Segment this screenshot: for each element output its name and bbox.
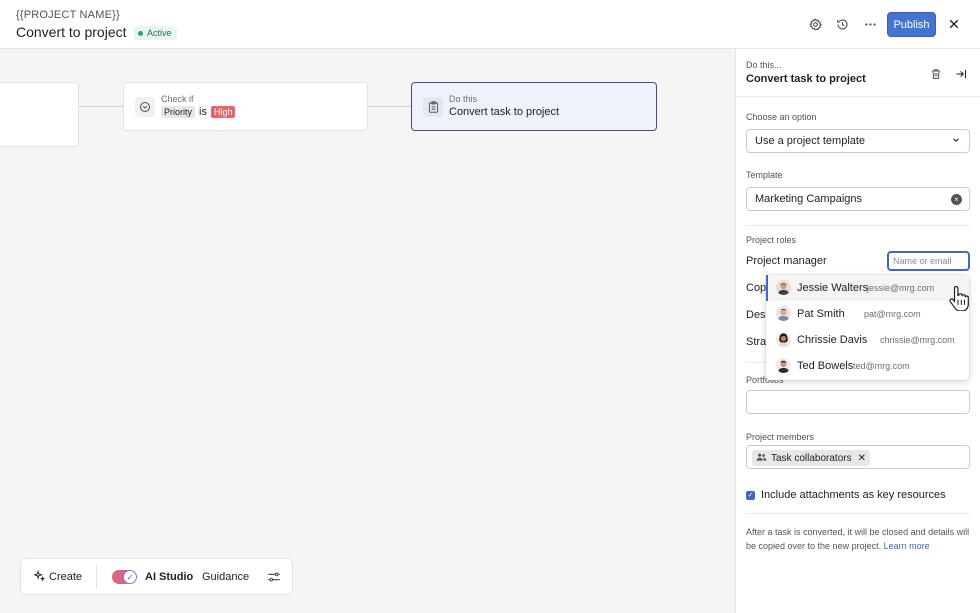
status-badge: Active (134, 26, 177, 40)
action-node[interactable]: Do this Convert task to project (411, 82, 657, 131)
people-dropdown: Jessie Walters jessie@mrg.com Pat Smith … (766, 275, 969, 380)
option-email: ted@mrg.com (853, 361, 910, 371)
dropdown-option[interactable]: Pat Smith pat@mrg.com (766, 301, 969, 327)
avatar (776, 306, 791, 321)
check-node[interactable]: Check if Priority is High (123, 82, 368, 131)
trigger-node[interactable] (0, 82, 79, 147)
page-title: Convert to project (16, 24, 127, 40)
members-field[interactable]: Task collaborators ✕ (746, 445, 970, 469)
learn-more-link[interactable]: Learn more (884, 541, 930, 551)
role-strategy: Stra (746, 336, 767, 348)
role-project-manager: Project manager (746, 255, 827, 267)
panel-title: Convert task to project (746, 73, 866, 85)
connector-line (79, 106, 123, 107)
create-label: Create (49, 571, 83, 583)
hand-cursor-icon (948, 285, 970, 314)
option-email: pat@mrg.com (864, 309, 921, 319)
option-name: Ted Bowels (797, 360, 854, 372)
template-label: Template (746, 170, 783, 180)
member-tag-label: Task collaborators (771, 452, 852, 464)
members-label: Project members (746, 432, 815, 442)
avatar (776, 358, 791, 373)
panel-kicker: Do this... (746, 60, 782, 70)
template-field[interactable]: Marketing Campaigns × (746, 187, 970, 211)
top-header: {{PROJECT NAME}} Convert to project Acti… (0, 0, 980, 49)
action-title: Convert task to project (449, 106, 560, 118)
more-icon[interactable] (861, 15, 879, 33)
publish-button[interactable]: Publish (887, 12, 936, 37)
sparkle-icon (33, 569, 46, 584)
include-attachments-checkbox[interactable]: ✓ (746, 490, 755, 500)
connector-line (368, 106, 412, 107)
portfolios-field[interactable] (746, 390, 970, 414)
sliders-icon[interactable] (267, 570, 281, 587)
history-icon[interactable] (833, 15, 851, 33)
avatar (776, 332, 791, 347)
status-dot-icon (138, 30, 143, 36)
create-button[interactable]: Create (33, 569, 83, 584)
gear-icon[interactable] (806, 15, 824, 33)
option-select[interactable]: Use a project template (746, 129, 970, 153)
field-chip: Priority (161, 106, 196, 118)
condition-icon (135, 97, 155, 117)
option-value: Use a project template (755, 135, 866, 147)
option-name: Pat Smith (797, 308, 845, 320)
include-attachments-label: Include attachments as key resources (761, 489, 946, 501)
guidance-button[interactable]: Guidance (202, 571, 249, 583)
option-email: jessie@mrg.com (867, 283, 935, 293)
option-name: Chrissie Davis (797, 334, 868, 346)
collapse-panel-icon[interactable] (953, 66, 969, 82)
member-tag: Task collaborators ✕ (752, 450, 870, 466)
role-design: Desi (746, 309, 769, 321)
check-label: Check if (161, 94, 194, 104)
roles-label: Project roles (746, 235, 797, 245)
action-label: Do this (449, 94, 478, 104)
section-divider (746, 225, 970, 226)
clear-icon[interactable]: × (951, 194, 962, 205)
trash-icon[interactable] (928, 66, 944, 82)
clipboard-icon (423, 97, 443, 117)
dropdown-option[interactable]: Jessie Walters jessie@mrg.com (766, 275, 969, 301)
people-icon (756, 452, 767, 465)
status-text: Active (147, 28, 172, 38)
panel-divider (736, 96, 980, 97)
convert-note: After a task is converted, it will be cl… (746, 525, 971, 553)
avatar (776, 280, 791, 295)
close-icon[interactable] (945, 15, 963, 33)
value-chip: High (210, 106, 236, 118)
check-icon: ✓ (124, 571, 136, 583)
workflow-canvas[interactable]: Check if Priority is High Do this Conver… (0, 49, 735, 613)
option-label: Choose an option (746, 112, 817, 122)
project-name: {{PROJECT NAME}} (16, 9, 120, 21)
dropdown-option[interactable]: Ted Bowels ted@mrg.com (766, 353, 969, 379)
template-value: Marketing Campaigns (755, 193, 862, 205)
role-name-input[interactable] (887, 251, 970, 271)
bottom-toolbar: Create ✓ AI Studio Guidance (20, 558, 293, 595)
include-attachments-row[interactable]: ✓ Include attachments as key resources (746, 489, 946, 501)
ai-studio-toggle[interactable]: ✓ (112, 570, 137, 584)
section-divider (746, 513, 970, 514)
operator-text: is (199, 106, 207, 118)
option-email: chrissie@mrg.com (880, 335, 955, 345)
note-text: After a task is converted, it will be cl… (746, 527, 970, 551)
chevron-down-icon (951, 135, 961, 148)
toolbar-divider (96, 565, 97, 589)
ai-studio-label: AI Studio (145, 571, 194, 583)
remove-tag-icon[interactable]: ✕ (858, 453, 866, 464)
option-name: Jessie Walters (797, 282, 869, 294)
dropdown-option[interactable]: Chrissie Davis chrissie@mrg.com (766, 327, 969, 353)
check-condition: Priority is High (161, 106, 236, 118)
